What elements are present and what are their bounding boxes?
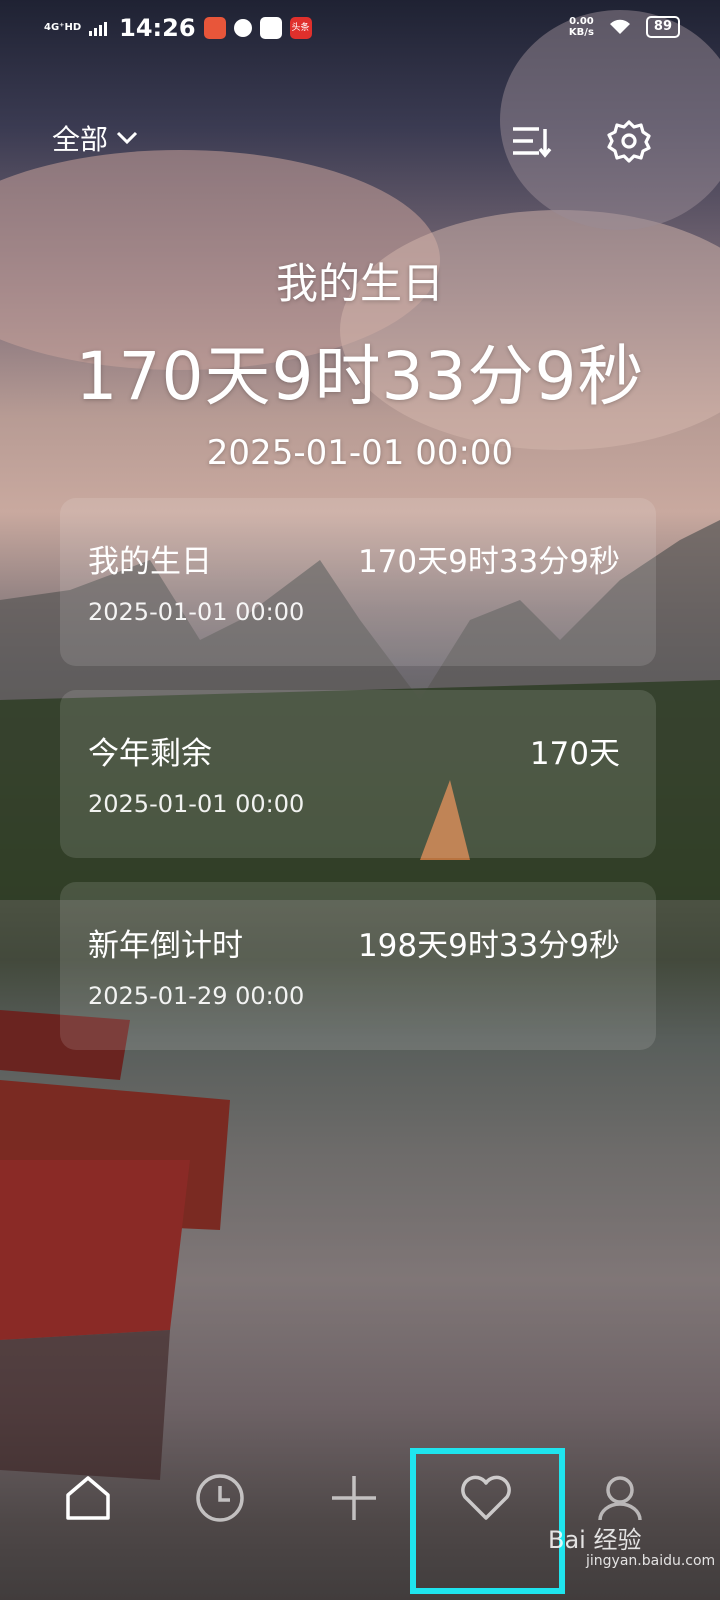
event-countdown: 198天9时33分9秒 (357, 928, 620, 964)
sort-list-icon (513, 127, 552, 158)
event-name: 今年剩余 (88, 736, 212, 772)
event-countdown: 170天 (529, 736, 620, 772)
featured-title: 我的生日 (275, 259, 444, 308)
toutiao-app-icon: 头条 (289, 17, 312, 39)
baidu-watermark: Bai 经验 jingyan.baidu.com (548, 1520, 715, 1569)
sort-button[interactable] (506, 116, 556, 166)
event-date: 2025-01-29 00:00 (88, 982, 305, 1010)
clock-app-icon (233, 19, 252, 37)
tab-home[interactable] (58, 1468, 118, 1528)
category-filter-dropdown[interactable]: 全部 (52, 118, 138, 158)
chevron-down-icon (116, 131, 138, 145)
status-time: 14:26 (119, 14, 196, 42)
watermark-text: Bai 经验 (548, 1526, 642, 1554)
plus-icon (332, 1476, 376, 1520)
event-list: 我的生日 170天9时33分9秒 2025-01-01 00:00 今年剩余 1… (60, 498, 656, 1074)
network-type-label: 4G⁺HD (44, 22, 82, 33)
user-icon (598, 1476, 642, 1521)
net-speed-value: 0.00 (569, 16, 594, 27)
status-right: 0.00 KB/s 89 (569, 16, 680, 38)
net-speed: 0.00 KB/s (569, 16, 594, 38)
wifi-icon (609, 19, 630, 34)
event-card[interactable]: 新年倒计时 198天9时33分9秒 2025-01-29 00:00 (60, 882, 656, 1050)
signal-icon (89, 20, 108, 36)
status-bar: 4G⁺HD 14:26 头条 0.00 KB/s 89 (0, 0, 720, 56)
highlight-box (410, 1448, 565, 1594)
gear-icon (607, 120, 651, 163)
featured-countdown-value: 170天9时33分9秒 (75, 338, 645, 415)
home-icon (66, 1476, 110, 1520)
top-bar: 全部 (0, 110, 720, 170)
featured-date: 2025-01-01 00:00 (206, 433, 514, 473)
featured-countdown[interactable]: 我的生日 170天9时33分9秒 2025-01-01 00:00 (0, 250, 720, 473)
net-speed-unit: KB/s (568, 27, 594, 38)
event-card[interactable]: 今年剩余 170天 2025-01-01 00:00 (60, 690, 656, 858)
tab-profile[interactable] (590, 1468, 650, 1528)
status-left: 4G⁺HD 14:26 头条 (44, 14, 312, 42)
event-date: 2025-01-01 00:00 (88, 598, 305, 626)
settings-button[interactable] (604, 116, 654, 166)
calendar-app-icon (203, 17, 226, 39)
event-card[interactable]: 我的生日 170天9时33分9秒 2025-01-01 00:00 (60, 498, 656, 666)
event-countdown: 170天9时33分9秒 (357, 544, 620, 580)
clock-icon (196, 1474, 244, 1522)
mail-app-icon (259, 17, 282, 39)
event-name: 新年倒计时 (88, 928, 243, 964)
tab-history[interactable] (190, 1468, 250, 1528)
event-name: 我的生日 (88, 544, 212, 580)
battery-indicator: 89 (645, 16, 680, 38)
watermark-sub: jingyan.baidu.com (586, 1553, 716, 1569)
tab-add[interactable] (324, 1468, 384, 1528)
event-date: 2025-01-01 00:00 (88, 790, 305, 818)
filter-label: 全部 (52, 123, 109, 156)
